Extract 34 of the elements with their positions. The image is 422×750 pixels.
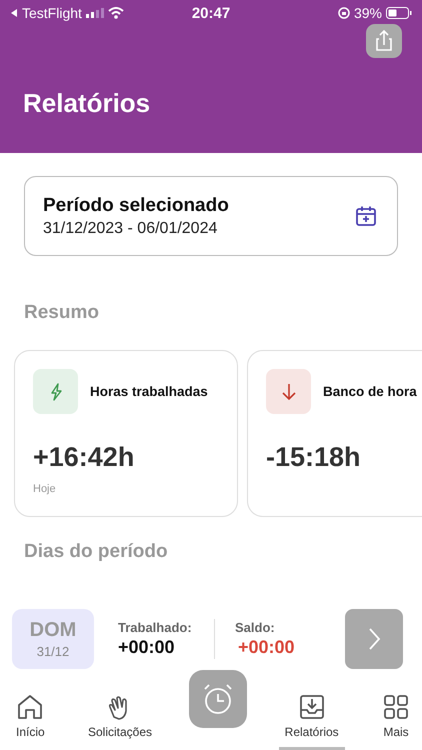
section-heading: Dias do período (24, 541, 169, 563)
tab-item[interactable]: Solicitações (82, 693, 158, 750)
weekday-label: DOM (30, 619, 76, 642)
grid-icon (382, 693, 410, 721)
card-title: Banco de hora (323, 384, 417, 399)
worked-value: +00:00 (118, 637, 176, 658)
tab-item[interactable]: Início (10, 693, 51, 750)
share-button[interactable] (366, 24, 402, 58)
rotation-lock-icon (338, 7, 350, 19)
tab-item[interactable]: Mais (376, 693, 416, 750)
download-tray-icon (298, 693, 326, 721)
section-heading: Resumo (24, 302, 100, 324)
wifi-icon (108, 7, 124, 19)
card-value: -15:18h (266, 442, 362, 473)
period-card[interactable]: Período selecionado 31/12/2023 - 06/01/2024 (24, 176, 398, 256)
clock-time: 20:47 (192, 4, 230, 22)
page-title: Relatórios (23, 88, 152, 119)
day-date: 31/12 (36, 644, 70, 659)
card-note: Hoje (33, 483, 57, 495)
card-value: +16:42h (33, 442, 136, 473)
signal-icon (86, 8, 104, 18)
balance-value: +00:00 (238, 637, 296, 658)
house-icon (16, 693, 44, 721)
calendar-icon (355, 205, 377, 227)
worked-label: Trabalhado: (118, 620, 193, 635)
tab-item[interactable]: Relatórios (278, 693, 345, 750)
back-arrow-icon[interactable] (10, 8, 18, 18)
period-label: Período selecionado (43, 194, 229, 216)
battery-icon (386, 7, 412, 19)
balance-label: Saldo: (235, 620, 276, 635)
period-range: 31/12/2023 - 06/01/2024 (43, 220, 218, 238)
battery-percent: 39% (354, 5, 382, 21)
back-app-label[interactable]: TestFlight (22, 5, 82, 21)
card-title: Horas trabalhadas (90, 384, 208, 399)
